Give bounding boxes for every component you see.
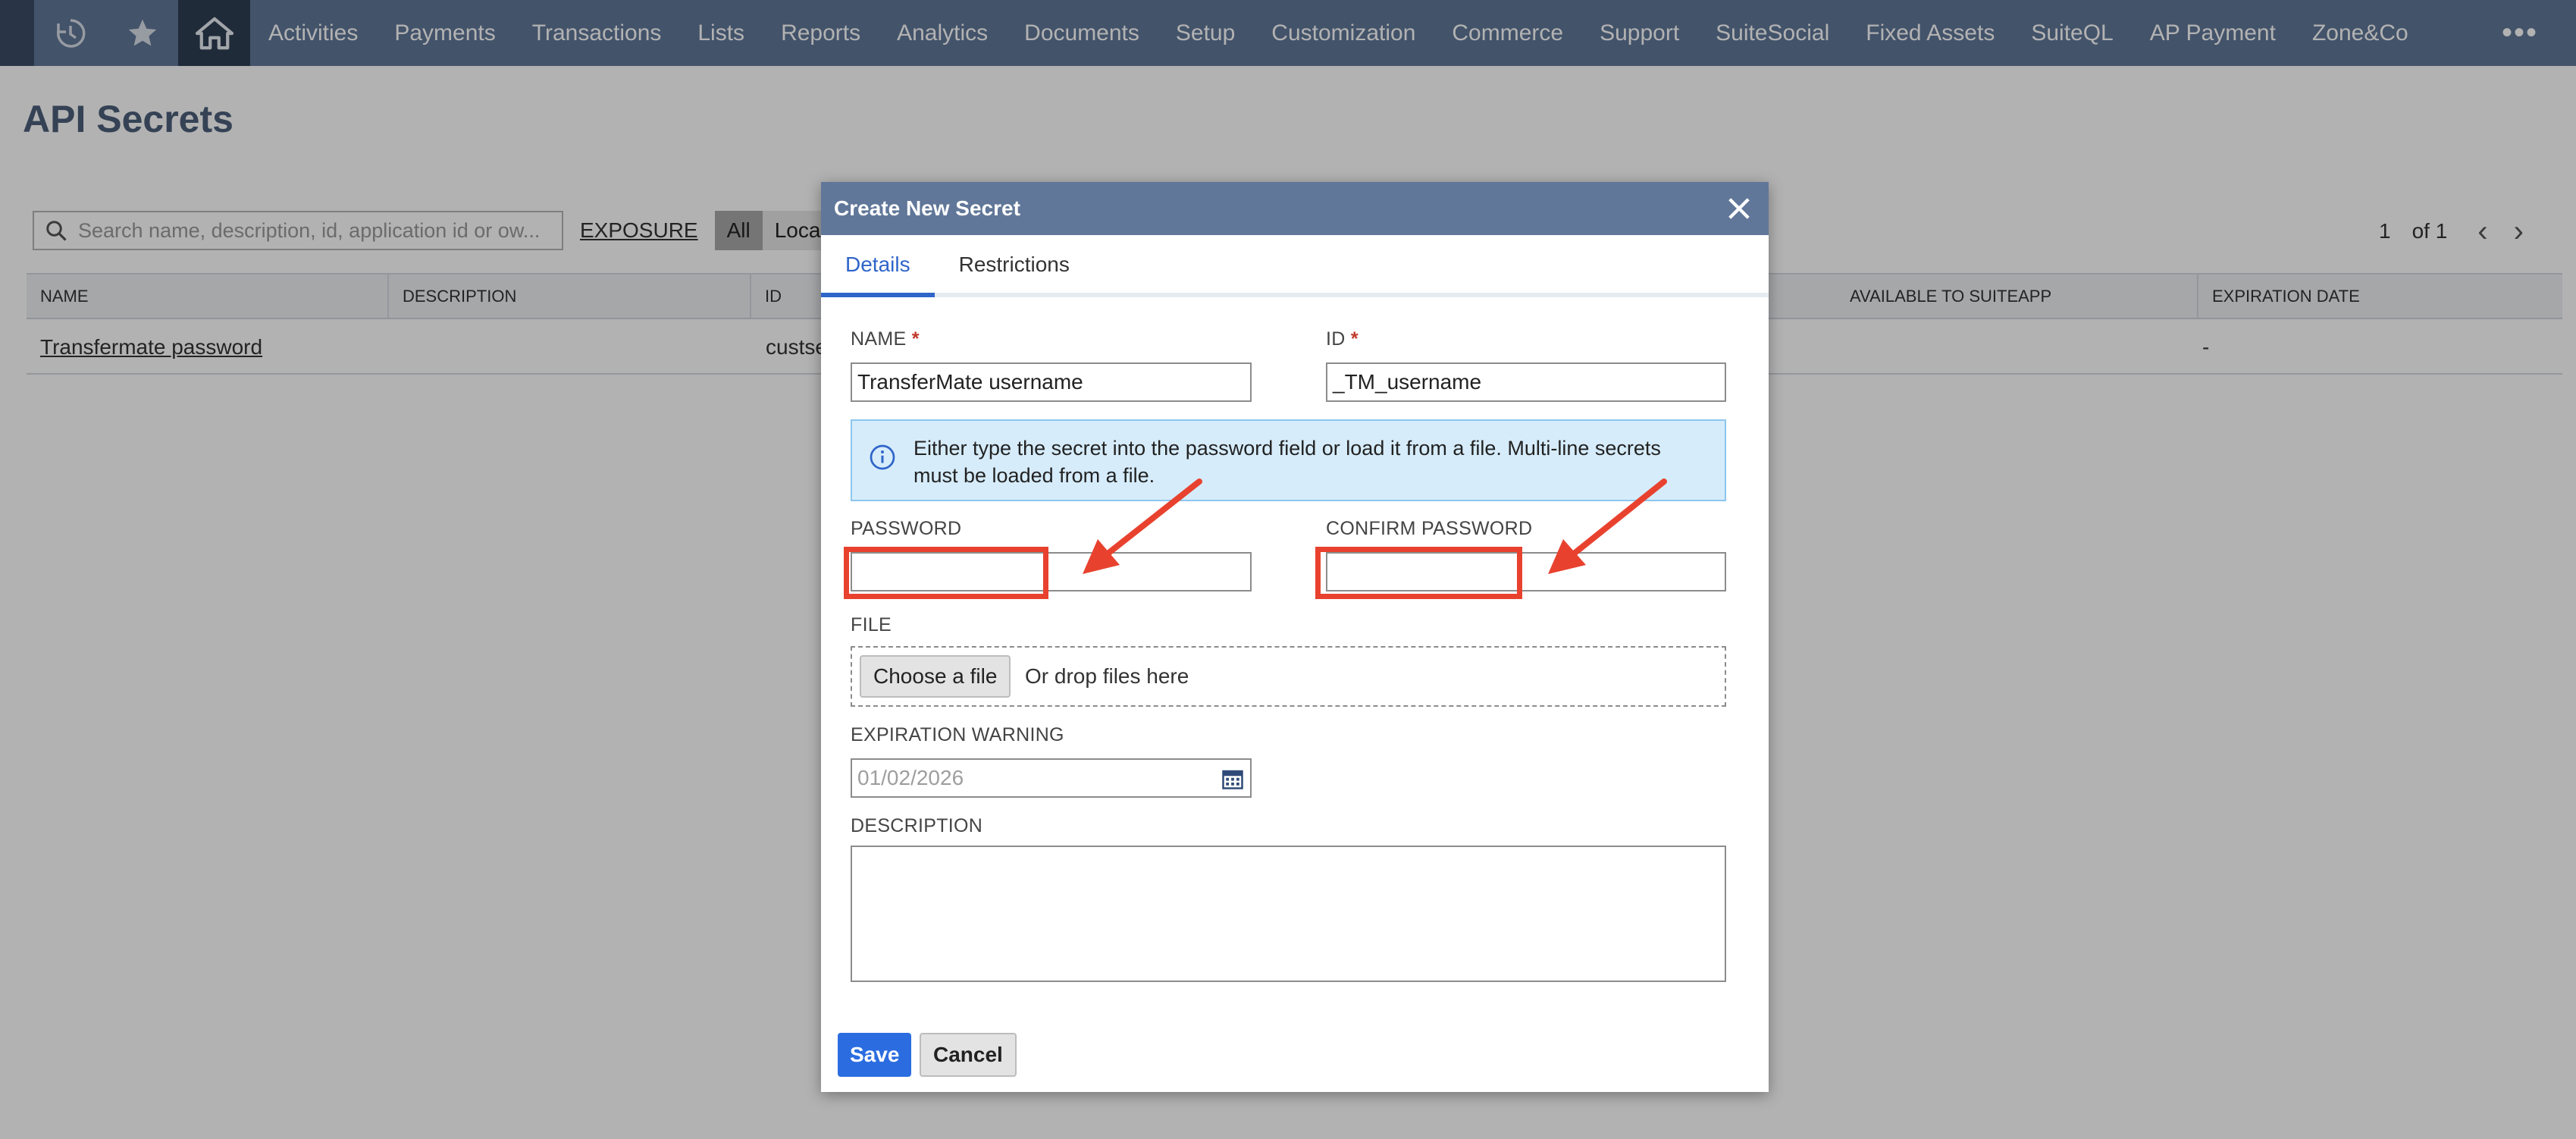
annotation-arrows bbox=[1083, 479, 1667, 574]
confirm-password-arrow-icon bbox=[1548, 479, 1667, 574]
password-arrow-icon bbox=[1083, 479, 1202, 574]
